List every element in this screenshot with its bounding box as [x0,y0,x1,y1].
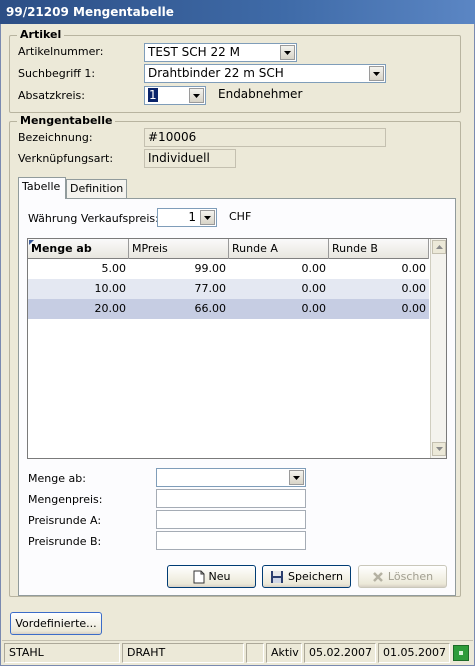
grid-header: Menge ab MPreis Runde A Runde B [28,239,429,259]
cell-menge-ab: 10.00 [94,282,127,295]
column-header-mpreis[interactable]: MPreis [129,239,229,259]
preisrunde-a-label: Preisrunde A: [28,514,102,527]
waehrung-combo[interactable]: 1 [157,208,217,227]
column-header-menge-ab[interactable]: Menge ab [28,239,129,259]
save-disk-icon [271,570,284,583]
tab-tabelle-label: Tabelle [22,180,61,193]
chevron-down-icon[interactable] [189,88,204,103]
chevron-down-icon[interactable] [280,45,295,60]
cell-runde-a: 0.00 [301,302,327,315]
column-header-label: Runde B [332,242,378,255]
artikelnummer-value: TEST SCH 22 M [148,45,240,59]
scroll-up-icon[interactable] [432,240,446,254]
loeschen-button[interactable]: Löschen [358,565,447,588]
suchbegriff-label: Suchbegriff 1: [18,67,96,80]
cell-runde-b: 0.00 [401,282,427,295]
menge-combo[interactable] [156,468,306,487]
absatzkreis-label: Absatzkreis: [18,89,85,102]
absatzkreis-text: Endabnehmer [218,87,303,101]
tab-definition[interactable]: Definition [66,179,127,199]
status-indicator-icon [453,645,469,661]
neu-button-label: Neu [208,570,231,583]
artikelnummer-label: Artikelnummer: [18,45,104,58]
cell-runde-b: 0.00 [401,302,427,315]
verknuepfung-label: Verknüpfungsart: [18,152,114,165]
chevron-down-icon[interactable] [289,470,304,485]
menge-label: Menge ab: [28,472,86,485]
cell-menge-ab: 20.00 [94,302,127,315]
window-title-bar[interactable]: 99/21209 Mengentabelle [0,0,475,24]
verknuepfung-field: Individuell [144,149,236,168]
table-row[interactable]: 5.00 99.00 0.00 0.00 [28,259,429,279]
status-empty [246,643,264,663]
absatzkreis-value: 1 [148,88,158,102]
status-bar: STAHL DRAHT Aktiv 05.02.2007 01.05.2007 [2,640,473,664]
status-user-text: STAHL [9,646,44,659]
cell-mpreis: 77.00 [194,282,227,295]
preisrunde-b-input[interactable] [156,531,306,550]
status-date-1-text: 05.02.2007 [309,646,372,659]
speichern-button[interactable]: Speichern [262,565,351,588]
cell-mpreis: 66.00 [194,302,227,315]
loeschen-button-label: Löschen [387,570,434,583]
preisrunde-a-input[interactable] [156,510,306,529]
vordefinierte-button-label: Vordefinierte... [15,617,97,630]
column-header-label: Menge ab [31,242,92,255]
absatzkreis-combo[interactable]: 1 [144,86,206,105]
scroll-down-icon[interactable] [432,442,446,456]
cell-runde-a: 0.00 [301,282,327,295]
cell-runde-b: 0.00 [401,262,427,275]
table-row-selected[interactable]: 20.00 66.00 0.00 0.00 [28,299,429,319]
waehrung-value: 1 [188,210,196,224]
column-header-runde-a[interactable]: Runde A [229,239,329,259]
vordefinierte-button[interactable]: Vordefinierte... [10,612,102,635]
status-context: DRAHT [122,643,244,663]
status-date-1: 05.02.2007 [304,643,376,663]
status-date-2-text: 01.05.2007 [383,646,446,659]
column-header-label: MPreis [132,242,168,255]
status-context-text: DRAHT [127,646,166,659]
waehrung-text: CHF [229,210,252,223]
sort-indicator-icon [29,240,34,245]
mengenpreis-label: Mengenpreis: [28,493,103,506]
waehrung-label: Währung Verkaufspreis: [28,212,159,225]
column-header-label: Runde A [232,242,278,255]
status-user: STAHL [4,643,120,663]
mengenpreis-input[interactable] [156,489,306,508]
artikel-group-label: Artikel [17,28,65,41]
status-date-2: 01.05.2007 [378,643,450,663]
cell-mpreis: 99.00 [194,262,227,275]
column-header-runde-b[interactable]: Runde B [329,239,429,259]
tab-definition-label: Definition [70,182,124,195]
cell-runde-a: 0.00 [301,262,327,275]
artikelnummer-combo[interactable]: TEST SCH 22 M [144,43,297,62]
mengentabelle-group-label: Mengentabelle [17,114,116,127]
neu-button[interactable]: Neu [167,565,256,588]
status-state-text: Aktiv [271,646,299,659]
bezeichnung-field[interactable]: #10006 [144,128,386,147]
delete-x-icon [373,571,383,582]
chevron-down-icon[interactable] [200,210,215,225]
table-row[interactable]: 10.00 77.00 0.00 0.00 [28,279,429,299]
new-document-icon [193,570,205,583]
speichern-button-label: Speichern [288,570,343,583]
verknuepfung-value: Individuell [148,151,210,165]
preisrunde-b-label: Preisrunde B: [28,535,102,548]
grid-scrollbar[interactable] [430,239,446,458]
suchbegriff-value: Drahtbinder 22 m SCH [148,66,284,80]
window-title: 99/21209 Mengentabelle [6,5,174,19]
bezeichnung-value: #10006 [148,130,197,144]
chevron-down-icon[interactable] [369,66,384,81]
mengen-grid[interactable]: Menge ab MPreis Runde A Runde B 5.00 99.… [27,238,447,459]
tab-tabelle[interactable]: Tabelle [18,177,66,199]
status-state: Aktiv [266,643,302,663]
cell-menge-ab: 5.00 [101,262,127,275]
bezeichnung-label: Bezeichnung: [18,131,93,144]
suchbegriff-combo[interactable]: Drahtbinder 22 m SCH [144,64,386,83]
